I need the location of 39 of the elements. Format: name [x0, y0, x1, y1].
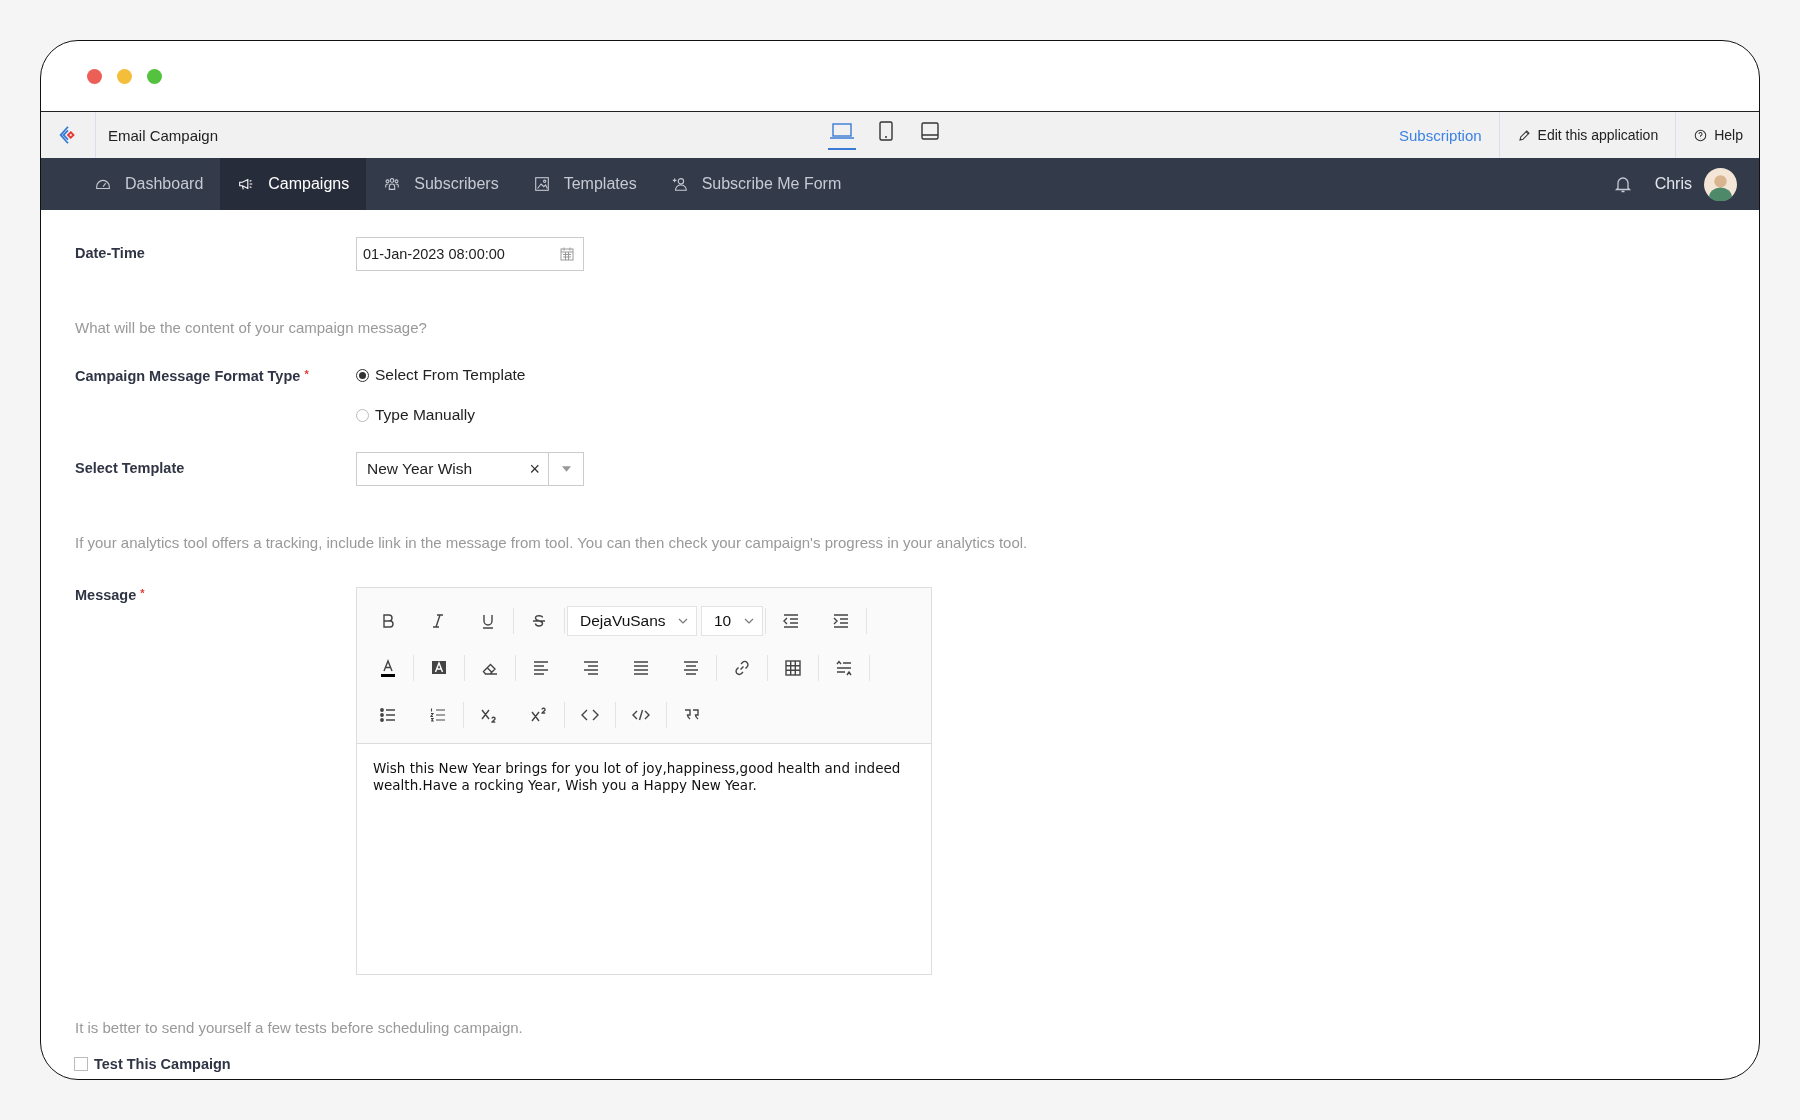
app-title: Email Campaign [108, 126, 220, 144]
radio-option[interactable]: Select From Template [356, 366, 526, 384]
people-icon [383, 175, 402, 193]
font-size-select[interactable]: 10 [701, 605, 763, 636]
maximize-window-dot[interactable] [147, 68, 162, 84]
close-window-dot[interactable] [87, 68, 102, 84]
nav-tab[interactable]: Subscribe Me Form [653, 158, 859, 210]
minimize-window-dot[interactable] [117, 68, 132, 84]
test-campaign-checkbox[interactable]: Test This Campaign [74, 1056, 1759, 1072]
table-icon[interactable] [783, 657, 803, 678]
message-body[interactable]: Wish this New Year brings for you lot of joy,happiness,good health and indeed wealth.Have a rocking Year, Wish you a Happy New Year. [357, 744, 931, 974]
help-icon [1693, 127, 1709, 143]
nav-tab[interactable]: Subscribers [366, 158, 516, 210]
section-hint: What will be the content of your campaign message? [75, 319, 428, 336]
field-label: Campaign Message Format Type * [75, 367, 310, 384]
date-time-field[interactable]: 01-Jan-2023 08:00:00 [356, 237, 584, 271]
field-label: Date-Time [75, 244, 146, 261]
field-label: Message * [75, 587, 146, 603]
field-label: Select Template [75, 459, 186, 476]
nav-tab[interactable]: Dashboard [77, 158, 221, 210]
clear-button[interactable]: × [521, 458, 548, 480]
template-select[interactable]: New Year Wish × [356, 452, 584, 486]
pencil-icon [1516, 127, 1532, 143]
chevron-down-icon [744, 617, 754, 624]
font-select[interactable]: DejaVuSans [567, 605, 697, 636]
caret-icon[interactable] [561, 466, 571, 472]
text-color-icon[interactable] [378, 657, 398, 678]
avatar-icon[interactable] [1704, 167, 1737, 201]
nav-tab[interactable]: Campaigns [220, 158, 367, 210]
laptop-view-icon[interactable] [828, 120, 856, 150]
image-icon [532, 175, 551, 193]
radio-option[interactable]: Type Manually [356, 406, 526, 424]
chevron-down-icon [678, 617, 688, 624]
section-hint: If your analytics tool offers a tracking, include link in the message from tool. You can then check your campaign's progress in your analytics tool. [75, 534, 1029, 551]
nav-tab[interactable]: Templates [515, 158, 654, 210]
add-person-icon [670, 175, 689, 193]
section-hint: It is better to send yourself a few tests before scheduling campaign. [75, 1019, 524, 1036]
calendar-icon[interactable] [559, 246, 575, 262]
user-name[interactable]: Chris [1654, 175, 1692, 193]
